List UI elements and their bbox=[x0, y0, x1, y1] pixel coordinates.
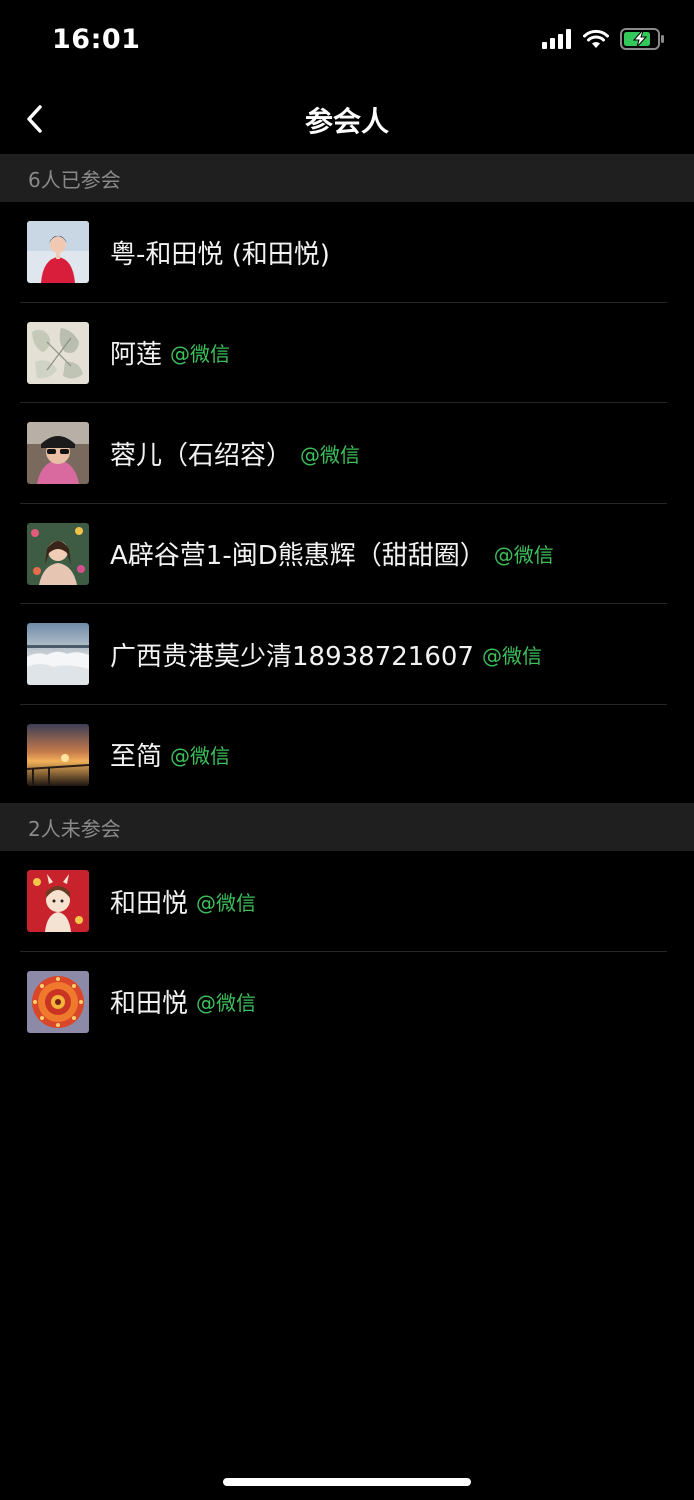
avatar bbox=[27, 970, 89, 1033]
member-name: A辟谷营1-闽D熊惠辉（甜甜圈） bbox=[110, 541, 486, 572]
wechat-tag: @微信 bbox=[170, 342, 231, 367]
member-row[interactable]: A辟谷营1-闽D熊惠辉（甜甜圈） @微信 bbox=[0, 504, 694, 605]
member-name: 广西贵港莫少清18938721607 bbox=[110, 641, 474, 672]
home-indicator[interactable] bbox=[223, 1478, 471, 1486]
status-time: 16:01 bbox=[52, 24, 141, 55]
wifi-icon bbox=[582, 29, 610, 53]
signal-icon bbox=[542, 29, 572, 53]
member-row[interactable]: 和田悦 @微信 bbox=[0, 851, 694, 952]
avatar bbox=[27, 623, 89, 686]
avatar bbox=[27, 723, 89, 786]
status-icons bbox=[542, 28, 666, 54]
member-name: 和田悦 bbox=[110, 989, 189, 1020]
wechat-tag: @微信 bbox=[300, 442, 361, 467]
section-header-not-joined: 2人未参会 bbox=[0, 803, 694, 851]
wechat-tag: @微信 bbox=[481, 643, 542, 668]
nav-bar: 参会人 bbox=[0, 84, 694, 154]
joined-member-list: 粤-和田悦 (和田悦) 阿莲 @微信 蓉儿（石绍容） @微信 A辟谷营1-闽D熊… bbox=[0, 202, 694, 805]
avatar bbox=[27, 870, 89, 933]
member-row[interactable]: 至简 @微信 bbox=[0, 705, 694, 806]
avatar bbox=[27, 321, 89, 384]
avatar bbox=[27, 221, 89, 284]
not-joined-member-list: 和田悦 @微信 和田悦 @微信 bbox=[0, 851, 694, 1052]
member-name: 至简 bbox=[110, 742, 163, 773]
member-row[interactable]: 和田悦 @微信 bbox=[0, 952, 694, 1053]
wechat-tag: @微信 bbox=[493, 543, 554, 568]
wechat-tag: @微信 bbox=[196, 991, 257, 1016]
section-header-joined: 6人已参会 bbox=[0, 154, 694, 202]
wechat-tag: @微信 bbox=[196, 890, 257, 915]
member-row[interactable]: 广西贵港莫少清18938721607 @微信 bbox=[0, 604, 694, 705]
member-name: 粤-和田悦 (和田悦) bbox=[110, 239, 330, 270]
member-name: 阿莲 bbox=[110, 340, 163, 371]
status-bar: 16:01 bbox=[0, 0, 694, 84]
member-row[interactable]: 蓉儿（石绍容） @微信 bbox=[0, 403, 694, 504]
avatar bbox=[27, 422, 89, 485]
member-name: 和田悦 bbox=[110, 888, 189, 919]
member-row[interactable]: 阿莲 @微信 bbox=[0, 303, 694, 404]
page-title: 参会人 bbox=[304, 105, 389, 138]
battery-charging-icon bbox=[620, 28, 666, 54]
member-row[interactable]: 粤-和田悦 (和田悦) bbox=[0, 202, 694, 303]
wechat-tag: @微信 bbox=[170, 744, 231, 769]
avatar bbox=[27, 522, 89, 585]
member-name: 蓉儿（石绍容） bbox=[110, 440, 293, 471]
